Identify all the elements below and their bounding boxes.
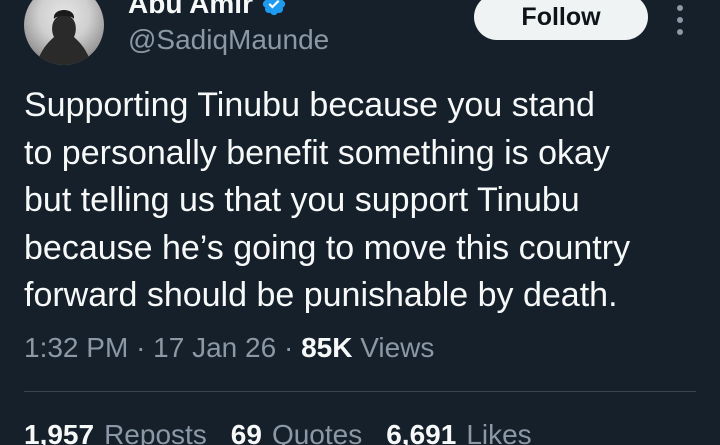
reposts-count: 1,957	[24, 419, 95, 445]
tweet-meta: 1:32 PM · 17 Jan 26 · 85K Views	[24, 328, 434, 368]
reposts-label: Reposts	[104, 419, 207, 445]
likes-label: Likes	[466, 419, 532, 445]
divider	[24, 391, 696, 392]
engagement-stats: 1,957 Reposts 69 Quotes 6,691 Likes	[24, 418, 532, 445]
more-dot	[677, 5, 683, 11]
quotes-count: 69	[230, 419, 262, 445]
more-dot	[677, 17, 683, 23]
more-dot	[677, 29, 683, 35]
more-vertical-icon[interactable]	[670, 2, 690, 38]
likes-stat[interactable]: 6,691 Likes	[386, 418, 531, 445]
views-label: Views	[360, 332, 435, 363]
verified-badge-icon	[262, 0, 286, 16]
avatar-image	[36, 10, 92, 65]
meta-separator: ·	[136, 332, 146, 363]
follow-button[interactable]: Follow	[474, 0, 648, 40]
user-name-row: Abu Amir	[128, 0, 287, 20]
avatar[interactable]	[24, 0, 104, 65]
user-handle[interactable]: @SadiqMaunde	[128, 24, 329, 56]
quotes-stat[interactable]: 69 Quotes	[231, 418, 362, 445]
tweet-date[interactable]: 17 Jan 26	[153, 332, 276, 363]
tweet-text: Supporting Tinubu because you stand to p…	[24, 86, 631, 314]
tweet-time[interactable]: 1:32 PM	[24, 332, 128, 363]
likes-count: 6,691	[386, 419, 457, 445]
display-name[interactable]: Abu Amir	[128, 0, 253, 20]
reposts-stat[interactable]: 1,957 Reposts	[24, 418, 207, 445]
meta-separator: ·	[283, 332, 294, 363]
views-count: 85K	[301, 332, 353, 363]
quotes-label: Quotes	[271, 419, 363, 445]
